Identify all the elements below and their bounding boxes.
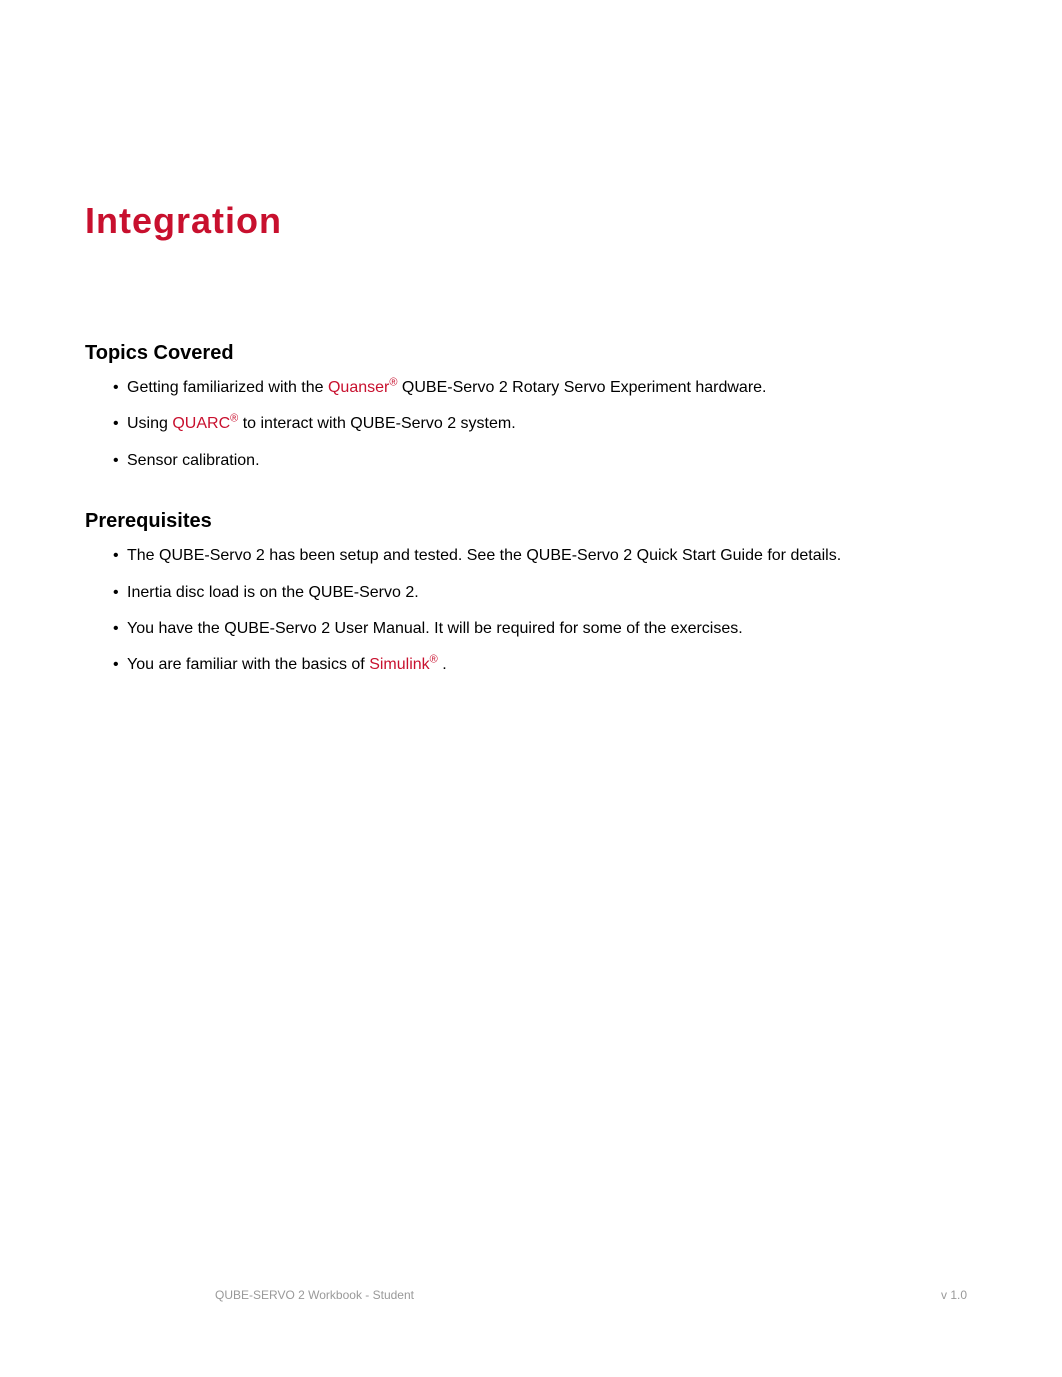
list-item: Using QUARC® to interact with QUBE-Servo…: [113, 413, 977, 435]
document-page: Integration Topics Covered Getting famil…: [0, 0, 1062, 677]
topics-heading: Topics Covered: [85, 342, 977, 365]
page-footer: QUBE-SERVO 2 Workbook - Student v 1.0: [0, 1288, 1062, 1302]
item-text: You have the QUBE-Servo 2 User Manual. I…: [127, 620, 743, 637]
footer-version: v 1.0: [941, 1288, 967, 1302]
list-item: You have the QUBE-Servo 2 User Manual. I…: [113, 618, 977, 640]
item-text-suffix: to interact with QUBE-Servo 2 system.: [238, 415, 515, 432]
item-text-suffix: QUBE-Servo 2 Rotary Servo Experiment har…: [397, 379, 766, 396]
quanser-link[interactable]: Quanser: [328, 379, 389, 396]
item-text-suffix: .: [438, 656, 447, 673]
page-title: Integration: [85, 200, 977, 242]
footer-workbook-title: QUBE-SERVO 2 Workbook - Student: [215, 1288, 414, 1302]
list-item: Getting familiarized with the Quanser® Q…: [113, 377, 977, 399]
item-text: Getting familiarized with the: [127, 379, 328, 396]
item-text: Inertia disc load is on the QUBE-Servo 2…: [127, 584, 419, 601]
list-item: Inertia disc load is on the QUBE-Servo 2…: [113, 582, 977, 604]
item-text: You are familiar with the basics of: [127, 656, 369, 673]
prerequisites-heading: Prerequisites: [85, 510, 977, 533]
list-item: You are familiar with the basics of Simu…: [113, 654, 977, 676]
quarc-link[interactable]: QUARC: [172, 415, 230, 432]
list-item: Sensor calibration.: [113, 450, 977, 472]
registered-mark: ®: [430, 654, 438, 666]
list-item: The QUBE-Servo 2 has been setup and test…: [113, 545, 977, 567]
item-text: The QUBE-Servo 2 has been setup and test…: [127, 547, 841, 564]
simulink-link[interactable]: Simulink: [369, 656, 429, 673]
topics-list: Getting familiarized with the Quanser® Q…: [113, 377, 977, 472]
prerequisites-list: The QUBE-Servo 2 has been setup and test…: [113, 545, 977, 677]
item-text: Using: [127, 415, 172, 432]
item-text: Sensor calibration.: [127, 452, 260, 469]
